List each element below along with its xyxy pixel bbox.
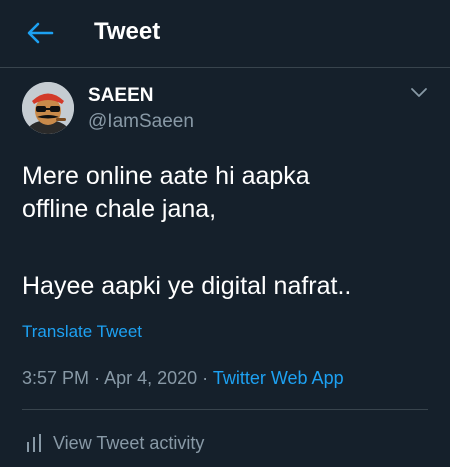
bar-chart-icon	[27, 434, 41, 452]
divider	[22, 409, 428, 410]
avatar[interactable]	[22, 82, 74, 134]
meta-separator: ·	[202, 368, 209, 388]
meta-separator: ·	[94, 368, 101, 388]
tweet-metadata: 3:57 PM · Apr 4, 2020 · Twitter Web App	[22, 366, 344, 390]
arrow-left-icon	[27, 22, 54, 44]
translate-tweet-link[interactable]: Translate Tweet	[22, 321, 142, 343]
tweet-text-gap	[22, 226, 432, 270]
tweet-source-link[interactable]: Twitter Web App	[213, 368, 344, 388]
tweet-text: Mere online aate hi aapka offline chale …	[22, 160, 432, 303]
page-title: Tweet	[94, 18, 161, 45]
tweet-date[interactable]: Apr 4, 2020	[104, 368, 197, 388]
tweet-text-line: Mere online aate hi aapka	[22, 162, 310, 190]
tweet-time[interactable]: 3:57 PM	[22, 368, 89, 388]
avatar-cartoon-icon	[22, 82, 74, 134]
back-button[interactable]	[26, 21, 54, 45]
tweet-text-line: offline chale jana,	[22, 195, 217, 223]
tweet-text-line: Hayee aapki ye digital nafrat..	[22, 272, 352, 300]
view-tweet-activity-label: View Tweet activity	[53, 433, 205, 453]
tweet-menu-button[interactable]	[408, 84, 430, 102]
author-handle[interactable]: @IamSaeen	[88, 111, 194, 133]
chevron-down-icon	[411, 88, 427, 97]
author-display-name[interactable]: SAEEN	[88, 85, 153, 107]
tweet-header: Tweet	[0, 0, 450, 68]
